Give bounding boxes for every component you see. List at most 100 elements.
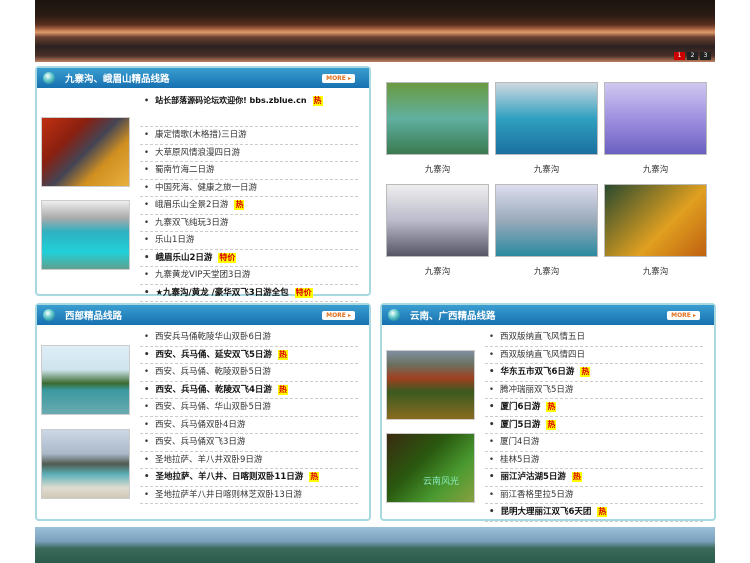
gallery-caption: 九寨沟 [642, 165, 669, 175]
route-link[interactable]: 圣地拉萨羊八井日喀则林芝双卧13日游 [155, 490, 302, 500]
route-item[interactable]: 九寨双飞纯玩3日游 [140, 215, 358, 232]
more-button[interactable]: MORE ▸ [322, 73, 355, 83]
route-link[interactable]: 西安、兵马俑双飞3日游 [155, 437, 245, 447]
route-link[interactable]: 西安、兵马俑、乾陵双卧5日游 [155, 367, 271, 377]
route-link[interactable]: 九寨双飞纯玩3日游 [155, 218, 228, 228]
gallery-photo[interactable] [495, 82, 598, 155]
route-item[interactable]: 峨眉乐山全景2日游热 [140, 197, 358, 215]
route-item[interactable]: 中国死海、健康之旅一日游 [140, 180, 358, 197]
route-item[interactable]: 腾冲瑞丽双飞5日游 [485, 382, 703, 399]
gallery-item[interactable]: 九寨沟 [604, 184, 707, 277]
route-item[interactable]: 厦门6日游热 [485, 399, 703, 417]
route-item[interactable]: 西安、兵马俑、乾陵双卧5日游 [140, 364, 358, 382]
route-item[interactable]: 华东五市双飞6日游热 [485, 364, 703, 382]
terraced-hills-photo [386, 350, 475, 420]
route-link[interactable]: 西安、兵马俑双卧4日游 [155, 420, 245, 430]
route-link[interactable]: 厦门4日游 [500, 437, 539, 447]
route-link[interactable]: 蜀南竹海二日游 [155, 165, 215, 175]
panel-title: 云南、广西精品线路 [410, 311, 496, 322]
autumn-forest-photo [41, 117, 130, 187]
route-item[interactable]: 西双版纳直飞风情五日 [485, 329, 703, 347]
panel-west: 西部精品线路 MORE ▸ 西安兵马俑乾陵华山双卧6日游西安、兵马俑、延安双飞5日… [35, 303, 371, 521]
route-link[interactable]: 桂林5日游 [500, 455, 539, 465]
route-link[interactable]: 西安兵马俑乾陵华山双卧6日游 [155, 332, 271, 342]
pager-1[interactable]: 1 [674, 52, 685, 60]
route-item[interactable]: 丽江香格里拉5日游 [485, 487, 703, 504]
route-link[interactable]: 西安、兵马俑、华山双卧5日游 [155, 402, 271, 412]
route-item[interactable]: 丽江泸沽湖5日游热 [485, 469, 703, 487]
gallery-photo[interactable] [495, 184, 598, 257]
route-link[interactable]: 九寨黄龙VIP天堂团3日游 [155, 270, 250, 280]
route-link[interactable]: 丽江香格里拉5日游 [500, 490, 573, 500]
route-link[interactable]: 乐山1日游 [155, 235, 194, 245]
route-link[interactable]: 大草原风情浪漫四日游 [155, 148, 240, 158]
route-item[interactable]: 站长部落源码论坛欢迎你! bbs.zblue.cn 热 [140, 92, 358, 127]
route-item[interactable]: 大草原风情浪漫四日游 [140, 145, 358, 162]
route-link[interactable]: ★九寨沟/黄龙 /豪华双飞3日游全包 [155, 288, 288, 298]
hot-badge: 热 [309, 472, 320, 482]
route-item[interactable]: 西安、兵马俑、乾陵双飞4日游热 [140, 382, 358, 399]
more-button[interactable]: MORE ▸ [667, 310, 700, 320]
route-item[interactable]: ★九寨沟/黄龙 /豪华双飞3日游全包特价 [140, 285, 358, 302]
hot-badge: 热 [597, 507, 608, 517]
gallery-item[interactable]: 九寨沟 [495, 184, 598, 277]
route-link[interactable]: 西双版纳直飞风情四日 [500, 350, 585, 360]
gallery-photo[interactable] [604, 82, 707, 155]
route-list: 西双版纳直飞风情五日西双版纳直飞风情四日华东五市双飞6日游热腾冲瑞丽双飞5日游厦… [485, 329, 703, 522]
route-item[interactable]: 蜀南竹海二日游 [140, 162, 358, 180]
gallery-photo[interactable] [386, 82, 489, 155]
route-item[interactable]: 西安、兵马俑双飞3日游 [140, 434, 358, 452]
route-link[interactable]: 西双版纳直飞风情五日 [500, 332, 585, 342]
route-item[interactable]: 西安、兵马俑、延安双飞5日游热 [140, 347, 358, 364]
gallery-photo[interactable] [386, 184, 489, 257]
route-link[interactable]: 厦门5日游 [500, 420, 540, 430]
gallery-item[interactable]: 九寨沟 [386, 82, 489, 175]
route-item[interactable]: 西安、兵马俑、华山双卧5日游 [140, 399, 358, 417]
palm-island-photo [41, 345, 130, 415]
route-item[interactable]: 圣地拉萨、羊八井、日喀则双卧11日游热 [140, 469, 358, 487]
route-item[interactable]: 乐山1日游 [140, 232, 358, 250]
route-item[interactable]: 峨眉乐山2日游特价 [140, 250, 358, 267]
route-item[interactable]: 康定情歌(木格措)三日游 [140, 127, 358, 145]
pager-3[interactable]: 3 [700, 52, 711, 60]
route-link[interactable]: 中国死海、健康之旅一日游 [155, 183, 257, 193]
route-item[interactable]: 西双版纳直飞风情四日 [485, 347, 703, 364]
route-link[interactable]: 西安、兵马俑、延安双飞5日游 [155, 350, 271, 360]
route-item[interactable]: 厦门4日游 [485, 434, 703, 452]
gem-icon [43, 309, 55, 321]
route-link[interactable]: 圣地拉萨、羊八井双卧9日游 [155, 455, 262, 465]
gallery-photo[interactable] [604, 184, 707, 257]
route-link[interactable]: 腾冲瑞丽双飞5日游 [500, 385, 573, 395]
route-link[interactable]: 康定情歌(木格措)三日游 [155, 130, 247, 140]
route-item[interactable]: 西安、兵马俑双卧4日游 [140, 417, 358, 434]
gallery-item[interactable]: 九寨沟 [495, 82, 598, 175]
route-link[interactable]: 西安、兵马俑、乾陵双飞4日游 [155, 385, 271, 395]
panel-yunnan: 云南、广西精品线路 MORE ▸ 云南风光 西双版纳直飞风情五日西双版纳直飞风情四… [380, 303, 716, 522]
route-link[interactable]: 昆明大理丽江双飞6天团 [500, 507, 591, 517]
route-link[interactable]: 华东五市双飞6日游 [500, 367, 574, 377]
route-item[interactable]: 厦门5日游热 [485, 417, 703, 434]
route-item[interactable]: 圣地拉萨羊八井日喀则林芝双卧13日游 [140, 487, 358, 504]
gallery-item[interactable]: 九寨沟 [386, 184, 489, 277]
beach-photo [41, 429, 130, 499]
route-item[interactable]: 昆明大理丽江双飞6天团热 [485, 504, 703, 522]
route-item[interactable]: 九寨黄龙VIP天堂团3日游 [140, 267, 358, 285]
more-button[interactable]: MORE ▸ [322, 310, 355, 320]
gallery-item[interactable]: 九寨沟 [604, 82, 707, 175]
special-price-badge: 特价 [294, 287, 313, 298]
route-link[interactable]: 站长部落源码论坛欢迎你! bbs.zblue.cn [155, 96, 306, 105]
route-link[interactable]: 厦门6日游 [500, 402, 540, 412]
route-link[interactable]: 丽江泸沽湖5日游 [500, 472, 565, 482]
photo-caption: 云南风光 [423, 477, 460, 487]
route-link[interactable]: 峨眉乐山2日游 [155, 253, 212, 263]
route-link[interactable]: 峨眉乐山全景2日游 [155, 200, 228, 210]
route-item[interactable]: 圣地拉萨、羊八井双卧9日游 [140, 452, 358, 469]
panel-jiuzhaigou: 九寨沟、峨眉山精品线路 MORE ▸ 站长部落源码论坛欢迎你! bbs.zblue… [35, 66, 371, 302]
route-item[interactable]: 桂林5日游 [485, 452, 703, 469]
pager-2[interactable]: 2 [687, 52, 698, 60]
hot-badge: 热 [277, 349, 288, 360]
hot-badge: 热 [277, 384, 288, 395]
route-link[interactable]: 圣地拉萨、羊八井、日喀则双卧11日游 [155, 472, 303, 482]
route-item[interactable]: 西安兵马俑乾陵华山双卧6日游 [140, 329, 358, 347]
turquoise-lake-photo [41, 200, 130, 270]
